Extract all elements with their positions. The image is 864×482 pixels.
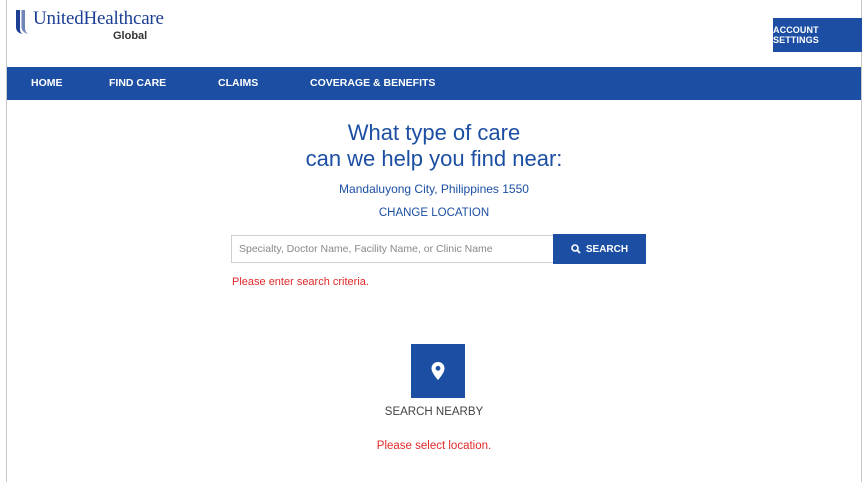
search-nearby-label: SEARCH NEARBY [384,406,484,418]
nav-find-care[interactable]: FIND CARE [109,67,166,100]
search-button-label: SEARCH [585,243,629,255]
brand-subtitle: Global [113,30,148,42]
nav-coverage-benefits[interactable]: COVERAGE & BENEFITS [310,67,435,100]
headline-line-1: What type of care [347,120,521,145]
account-settings-button[interactable]: ACCOUNT SETTINGS [773,18,862,52]
search-nearby-button[interactable] [411,344,465,398]
brand-name: UnitedHealthcare [33,8,164,29]
find-care-panel: What type of care can we help you find n… [7,100,861,482]
search-icon [571,244,581,254]
nav-claims[interactable]: CLAIMS [218,67,258,100]
search-error-message: Please enter search criteria. [232,276,369,288]
header: UnitedHealthcare Global ACCOUNT SETTINGS [7,0,862,67]
location-error-message: Please select location. [376,440,492,452]
current-location: Mandaluyong City, Philippines 1550 [339,182,529,196]
main-nav: HOME FIND CARE CLAIMS COVERAGE & BENEFIT… [7,67,861,100]
app-frame: UnitedHealthcare Global ACCOUNT SETTINGS… [6,0,862,482]
search-input[interactable] [231,235,555,263]
location-pin-icon [431,362,445,380]
uhc-logo-icon [16,10,28,34]
headline-line-2: can we help you find near: [305,146,563,171]
search-button[interactable]: SEARCH [553,234,646,264]
logo[interactable]: UnitedHealthcare Global [15,9,164,43]
nav-home[interactable]: HOME [31,67,63,100]
change-location-link: CHANGE LOCATION [7,207,861,219]
change-location-label[interactable]: CHANGE LOCATION [379,207,489,219]
